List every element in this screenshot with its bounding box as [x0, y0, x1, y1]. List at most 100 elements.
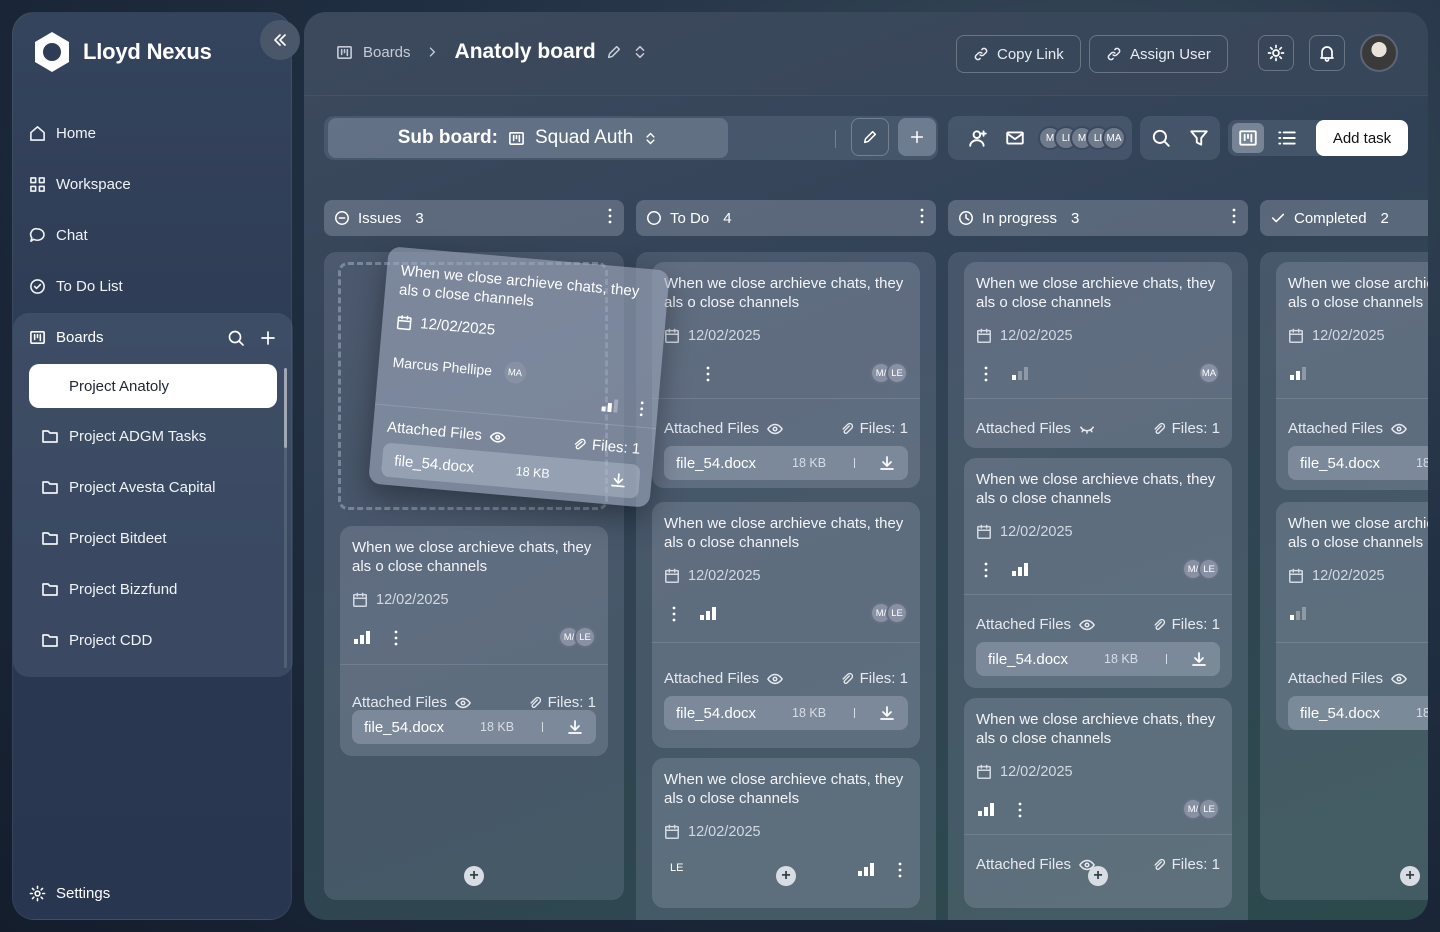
notifications-button[interactable]: [1309, 35, 1345, 71]
eye-icon[interactable]: [767, 421, 783, 437]
column-header-issues[interactable]: Issues 3: [324, 200, 624, 236]
search-icon[interactable]: [1151, 128, 1171, 148]
more-vertical-icon[interactable]: [388, 630, 404, 646]
column-title: To Do: [670, 209, 710, 227]
nav-settings[interactable]: Settings: [29, 885, 110, 902]
copy-link-button[interactable]: Copy Link: [956, 35, 1081, 73]
task-assignees[interactable]: M/ LE: [870, 362, 908, 384]
eye-icon[interactable]: [767, 671, 783, 687]
file-size: 18 KB: [1416, 456, 1428, 470]
nav-chat[interactable]: Chat: [29, 227, 88, 244]
download-icon[interactable]: [878, 704, 896, 722]
attached-label: Attached Files: [976, 856, 1072, 873]
add-subboard-button[interactable]: [898, 118, 936, 156]
list-icon[interactable]: [1277, 128, 1297, 148]
member-avatar[interactable]: MA: [1102, 126, 1126, 150]
download-icon[interactable]: [609, 470, 629, 490]
more-vertical-icon[interactable]: [608, 208, 612, 224]
eye-icon[interactable]: [489, 428, 506, 445]
minus-circle-icon: [335, 211, 349, 225]
nav-boards[interactable]: Boards: [29, 329, 104, 346]
more-vertical-icon[interactable]: [700, 366, 716, 382]
add-card-button[interactable]: +: [464, 866, 484, 886]
add-card-button[interactable]: +: [1400, 866, 1420, 886]
brand[interactable]: Lloyd Nexus: [31, 31, 212, 73]
add-user-icon[interactable]: [968, 128, 988, 148]
download-icon[interactable]: [566, 718, 584, 736]
project-item[interactable]: Project Anatoly: [29, 364, 277, 408]
task-card[interactable]: When we close archieve chats, they als o…: [964, 458, 1232, 688]
task-assignees[interactable]: M/ LE: [1182, 558, 1220, 580]
eye-off-icon[interactable]: [1079, 421, 1095, 437]
task-card[interactable]: When we close archieve chats, they als o…: [652, 262, 920, 488]
task-card[interactable]: When we close archieve chats, they als o…: [652, 502, 920, 748]
task-assignees[interactable]: M/ LE: [870, 602, 908, 624]
file-row[interactable]: file_54.docx 18 KB: [976, 642, 1220, 676]
assign-user-button[interactable]: Assign User: [1089, 35, 1228, 73]
more-vertical-icon[interactable]: [892, 862, 908, 878]
column-header-completed[interactable]: Completed 2: [1260, 200, 1428, 236]
more-vertical-icon[interactable]: [1232, 208, 1236, 224]
eye-icon[interactable]: [455, 695, 471, 711]
pencil-icon[interactable]: [606, 44, 622, 60]
scrollbar-thumb[interactable]: [284, 368, 287, 448]
edit-subboard-button[interactable]: [851, 118, 889, 156]
task-date: 12/02/2025: [664, 824, 761, 840]
task-date: 12/02/2025: [976, 764, 1073, 780]
project-item[interactable]: Project Bizzfund: [29, 568, 277, 610]
file-row[interactable]: file_54.docx 18 KB: [1288, 696, 1428, 730]
more-vertical-icon[interactable]: [978, 562, 994, 578]
column-header-in-progress[interactable]: In progress 3: [948, 200, 1248, 236]
file-row[interactable]: file_54.docx 18 KB: [664, 696, 908, 730]
file-row[interactable]: file_54.docx 18 KB: [352, 710, 596, 744]
eye-icon[interactable]: [1391, 671, 1407, 687]
eye-icon[interactable]: [1079, 617, 1095, 633]
column-header-todo[interactable]: To Do 4: [636, 200, 936, 236]
task-assignees[interactable]: MA: [1198, 362, 1220, 384]
nav-todo[interactable]: To Do List: [29, 278, 123, 295]
collapse-sidebar-button[interactable]: [260, 20, 300, 60]
project-label: Project ADGM Tasks: [69, 427, 207, 445]
dragging-task-card[interactable]: When we close archieve chats, they als o…: [368, 246, 670, 508]
assignee-avatar[interactable]: LE: [670, 862, 683, 874]
subboard-select[interactable]: Sub board: Squad Auth: [328, 118, 728, 158]
breadcrumb-boards[interactable]: Boards: [363, 44, 411, 61]
chevron-updown-icon[interactable]: [632, 44, 648, 60]
nav-home[interactable]: Home: [29, 125, 96, 142]
download-icon[interactable]: [878, 454, 896, 472]
task-card[interactable]: When we close archieve chats, they als o…: [340, 526, 608, 756]
plus-icon[interactable]: [259, 329, 277, 347]
task-assignees[interactable]: M/ LE: [558, 626, 596, 648]
mail-icon[interactable]: [1005, 128, 1025, 148]
add-task-button[interactable]: Add task: [1316, 120, 1408, 156]
project-item[interactable]: Project Bitdeet: [29, 517, 277, 559]
task-assignees[interactable]: M/ LE: [1182, 798, 1220, 820]
task-card[interactable]: When we close archieve chats, they als o …: [1276, 502, 1428, 730]
breadcrumb: Boards Anatoly board: [336, 40, 648, 64]
file-row[interactable]: file_54.docx 18 KB: [1288, 446, 1428, 480]
more-vertical-icon[interactable]: [633, 400, 650, 417]
user-avatar[interactable]: [1360, 34, 1398, 72]
add-card-button[interactable]: +: [776, 866, 796, 886]
search-icon[interactable]: [227, 329, 245, 347]
eye-icon[interactable]: [1391, 421, 1407, 437]
project-item[interactable]: Project Avesta Capital: [29, 466, 277, 508]
project-item[interactable]: Project ADGM Tasks: [29, 415, 277, 457]
add-card-button[interactable]: +: [1088, 866, 1108, 886]
file-row[interactable]: file_54.docx 18 KB: [664, 446, 908, 480]
filter-icon[interactable]: [1189, 128, 1209, 148]
more-vertical-icon[interactable]: [666, 606, 682, 622]
subboard-name: Squad Auth: [535, 127, 634, 148]
theme-toggle-button[interactable]: [1258, 35, 1294, 71]
more-vertical-icon[interactable]: [978, 366, 994, 382]
logo-icon: [35, 32, 69, 72]
project-item[interactable]: Project CDD: [29, 619, 277, 661]
attached-label: Attached Files: [352, 694, 448, 711]
nav-workspace[interactable]: Workspace: [29, 176, 131, 193]
download-icon[interactable]: [1190, 650, 1208, 668]
task-card[interactable]: When we close archieve chats, they als o …: [1276, 262, 1428, 490]
task-card[interactable]: When we close archieve chats, they als o…: [964, 262, 1232, 448]
assignee-avatar[interactable]: MA: [503, 360, 527, 385]
more-vertical-icon[interactable]: [1012, 802, 1028, 818]
more-vertical-icon[interactable]: [920, 208, 924, 224]
